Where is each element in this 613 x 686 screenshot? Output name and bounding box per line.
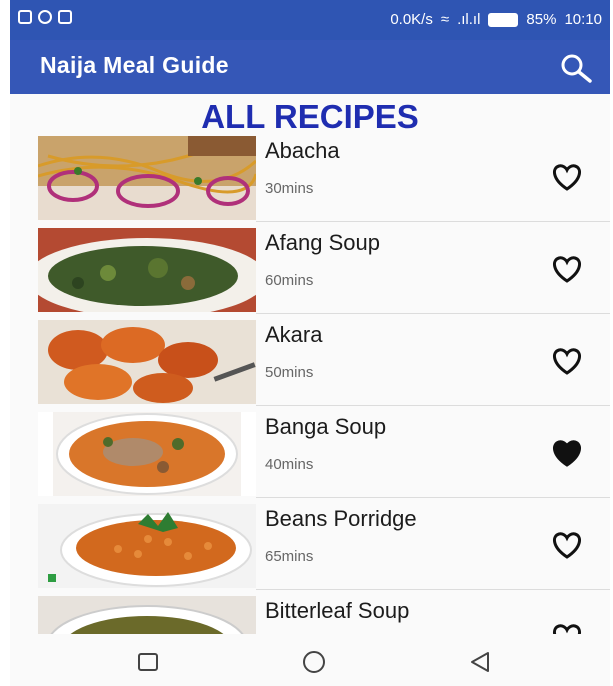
list-item[interactable]: Akara 50mins <box>38 318 610 406</box>
network-speed: 0.0K/s <box>390 11 433 28</box>
back-icon[interactable] <box>466 648 494 676</box>
battery-level: 85% <box>526 11 557 28</box>
recipe-image-abacha <box>38 136 256 220</box>
recipe-name: Beans Porridge <box>265 506 417 531</box>
recipe-name: Akara <box>265 322 323 347</box>
signal-icon: .ıl.ıl <box>457 11 481 28</box>
recipe-image-afang-soup <box>38 228 256 312</box>
home-icon[interactable] <box>300 648 328 676</box>
heart-outline-icon[interactable] <box>550 530 584 560</box>
list-item[interactable]: Banga Soup 40mins <box>38 410 610 498</box>
recipe-list-screen[interactable]: ALL RECIPES Abacha 30mins Afang Soup 60m… <box>10 94 610 634</box>
wifi-icon: ≈ <box>440 11 450 28</box>
page-title: ALL RECIPES <box>201 98 419 135</box>
heart-filled-icon[interactable] <box>550 438 584 468</box>
divider <box>256 313 610 314</box>
recipe-time: 65mins <box>265 548 314 565</box>
app-title: Naija Meal Guide <box>40 52 229 78</box>
clock: 10:10 <box>564 11 602 28</box>
recipe-image-banga-soup <box>38 412 256 496</box>
recipe-image-bitterleaf-soup <box>38 596 256 634</box>
divider <box>256 405 610 406</box>
whatsapp-icon <box>38 10 52 24</box>
heart-outline-icon[interactable] <box>550 254 584 284</box>
divider <box>256 497 610 498</box>
recipe-name: Bitterleaf Soup <box>265 598 410 623</box>
status-bar: 0.0K/s ≈ .ıl.ıl 85% 10:10 <box>10 0 610 40</box>
recipe-time: 50mins <box>265 364 314 381</box>
recipe-name: Banga Soup <box>265 414 387 439</box>
divider <box>256 221 610 222</box>
recipe-time: 60mins <box>265 272 314 289</box>
battery-icon <box>488 12 519 27</box>
heart-outline-icon[interactable] <box>550 162 584 192</box>
divider <box>256 589 610 590</box>
notification-icons <box>18 10 72 24</box>
list-item[interactable]: Afang Soup 60mins <box>38 226 610 314</box>
status-right: 0.0K/s ≈ .ıl.ıl 85% 10:10 <box>390 11 602 28</box>
recipe-image-beans-porridge <box>38 504 256 588</box>
search-icon[interactable] <box>558 52 594 84</box>
recent-apps-icon[interactable] <box>134 648 162 676</box>
system-navigation-bar <box>10 634 610 686</box>
recipe-image-akara <box>38 320 256 404</box>
recipe-name: Abacha <box>265 138 340 163</box>
heart-outline-icon[interactable] <box>550 622 584 634</box>
app-bar: Naija Meal Guide <box>10 40 610 94</box>
list-item[interactable]: Beans Porridge 65mins <box>38 502 610 590</box>
recipe-name: Afang Soup <box>265 230 380 255</box>
heart-outline-icon[interactable] <box>550 346 584 376</box>
message-icon <box>58 10 72 24</box>
recipe-time: 40mins <box>265 456 314 473</box>
app-frame: 0.0K/s ≈ .ıl.ıl 85% 10:10 Naija Meal Gui… <box>10 0 610 686</box>
recipe-time: 30mins <box>265 180 314 197</box>
list-item[interactable]: Bitterleaf Soup <box>38 594 610 634</box>
list-item[interactable]: Abacha 30mins <box>38 134 610 222</box>
facebook-icon <box>18 10 32 24</box>
